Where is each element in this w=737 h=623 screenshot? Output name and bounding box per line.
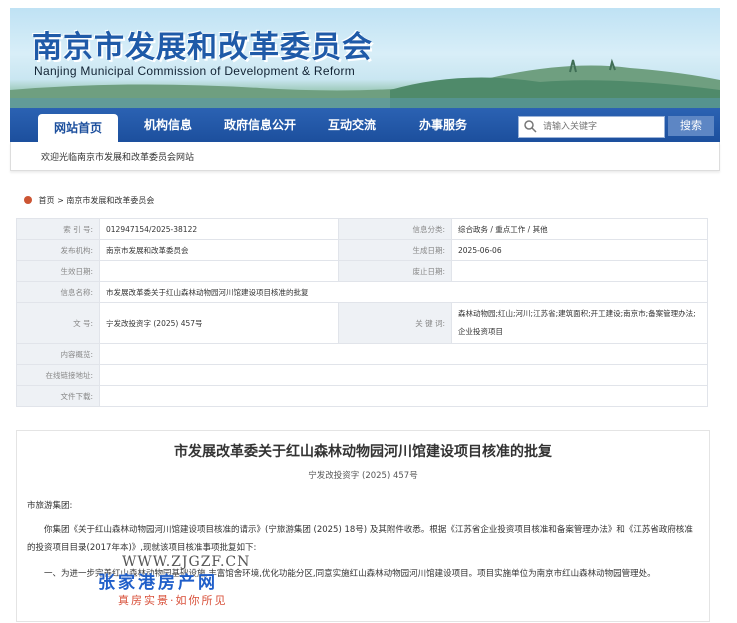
publisher-value: 南京市发展和改革委员会	[99, 239, 339, 261]
summary-label: 内容概览:	[16, 343, 100, 365]
breadcrumb-separator: >	[57, 196, 67, 205]
breadcrumb-home[interactable]: 首页	[39, 196, 55, 205]
main-nav: 网站首页 机构信息 政府信息公开 互动交流 办事服务 搜索	[10, 108, 720, 142]
nav-item-organization[interactable]: 机构信息	[144, 108, 192, 142]
search-box	[518, 116, 665, 138]
watermark-slogan: 真房实景·如你所见	[118, 594, 228, 607]
document-paragraph-1: 你集团《关于红山森林动物园河川馆建设项目核准的请示》(宁旅游集团 (2025) …	[27, 525, 693, 553]
link-value	[99, 364, 708, 386]
publisher-label: 发布机构:	[16, 239, 100, 261]
link-label: 在线链接地址:	[16, 364, 100, 386]
welcome-text: 欢迎光临南京市发展和改革委员会网站	[41, 153, 195, 163]
docno-label: 文 号:	[16, 302, 100, 344]
download-label: 文件下载:	[16, 385, 100, 407]
nav-item-interaction[interactable]: 互动交流	[328, 108, 376, 142]
breadcrumb-current[interactable]: 南京市发展和改革委员会	[66, 196, 154, 205]
abolish-label: 废止日期:	[338, 260, 452, 282]
effective-value	[99, 260, 339, 282]
index-label: 索 引 号:	[16, 218, 100, 240]
summary-value	[99, 343, 708, 365]
name-value: 市发展改革委关于红山森林动物园河川馆建设项目核准的批复	[99, 281, 708, 303]
document-title: 市发展改革委关于红山森林动物园河川馆建设项目核准的批复	[174, 444, 552, 460]
keywords-label: 关 键 词:	[338, 302, 452, 344]
watermark-name: 张家港房产网	[98, 573, 218, 593]
docno-value: 宁发改投资字 (2025) 457号	[99, 302, 339, 344]
nav-item-home[interactable]: 网站首页	[38, 114, 119, 142]
site-title: 南京市发展和改革委员会	[32, 30, 373, 65]
keywords-value: 森林动物园;红山;河川;江苏省;建筑面积;开工建设;南京市;备案管理办法;企业投…	[451, 302, 708, 344]
nav-item-gov-info[interactable]: 政府信息公开	[224, 108, 296, 142]
abolish-value	[451, 260, 708, 282]
nav-item-services[interactable]: 办事服务	[419, 108, 467, 142]
download-value	[99, 385, 708, 407]
welcome-bar: 欢迎光临南京市发展和改革委员会网站	[10, 142, 720, 171]
name-label: 信息名称:	[16, 281, 100, 303]
breadcrumb: 首页 > 南京市发展和改革委员会	[24, 195, 154, 206]
location-icon	[24, 196, 32, 204]
document-number: 宁发改投资字 (2025) 457号	[308, 471, 418, 481]
site-subtitle: Nanjing Municipal Commission of Developm…	[34, 64, 356, 78]
document-addressee: 市旅游集团:	[27, 501, 73, 511]
site-banner: 南京市发展和改革委员会 Nanjing Municipal Commission…	[10, 8, 720, 110]
created-label: 生成日期:	[338, 239, 452, 261]
search-icon	[524, 120, 537, 133]
info-metadata-table: 索 引 号: 012947154/2025-38122 信息分类: 综合政务 /…	[16, 218, 708, 407]
index-value: 012947154/2025-38122	[99, 218, 339, 240]
created-value: 2025-06-06	[451, 239, 708, 261]
category-value: 综合政务 / 重点工作 / 其他	[451, 218, 708, 240]
search-input[interactable]	[543, 119, 658, 134]
search-button[interactable]: 搜索	[668, 116, 714, 136]
category-label: 信息分类:	[338, 218, 452, 240]
effective-label: 生效日期:	[16, 260, 100, 282]
